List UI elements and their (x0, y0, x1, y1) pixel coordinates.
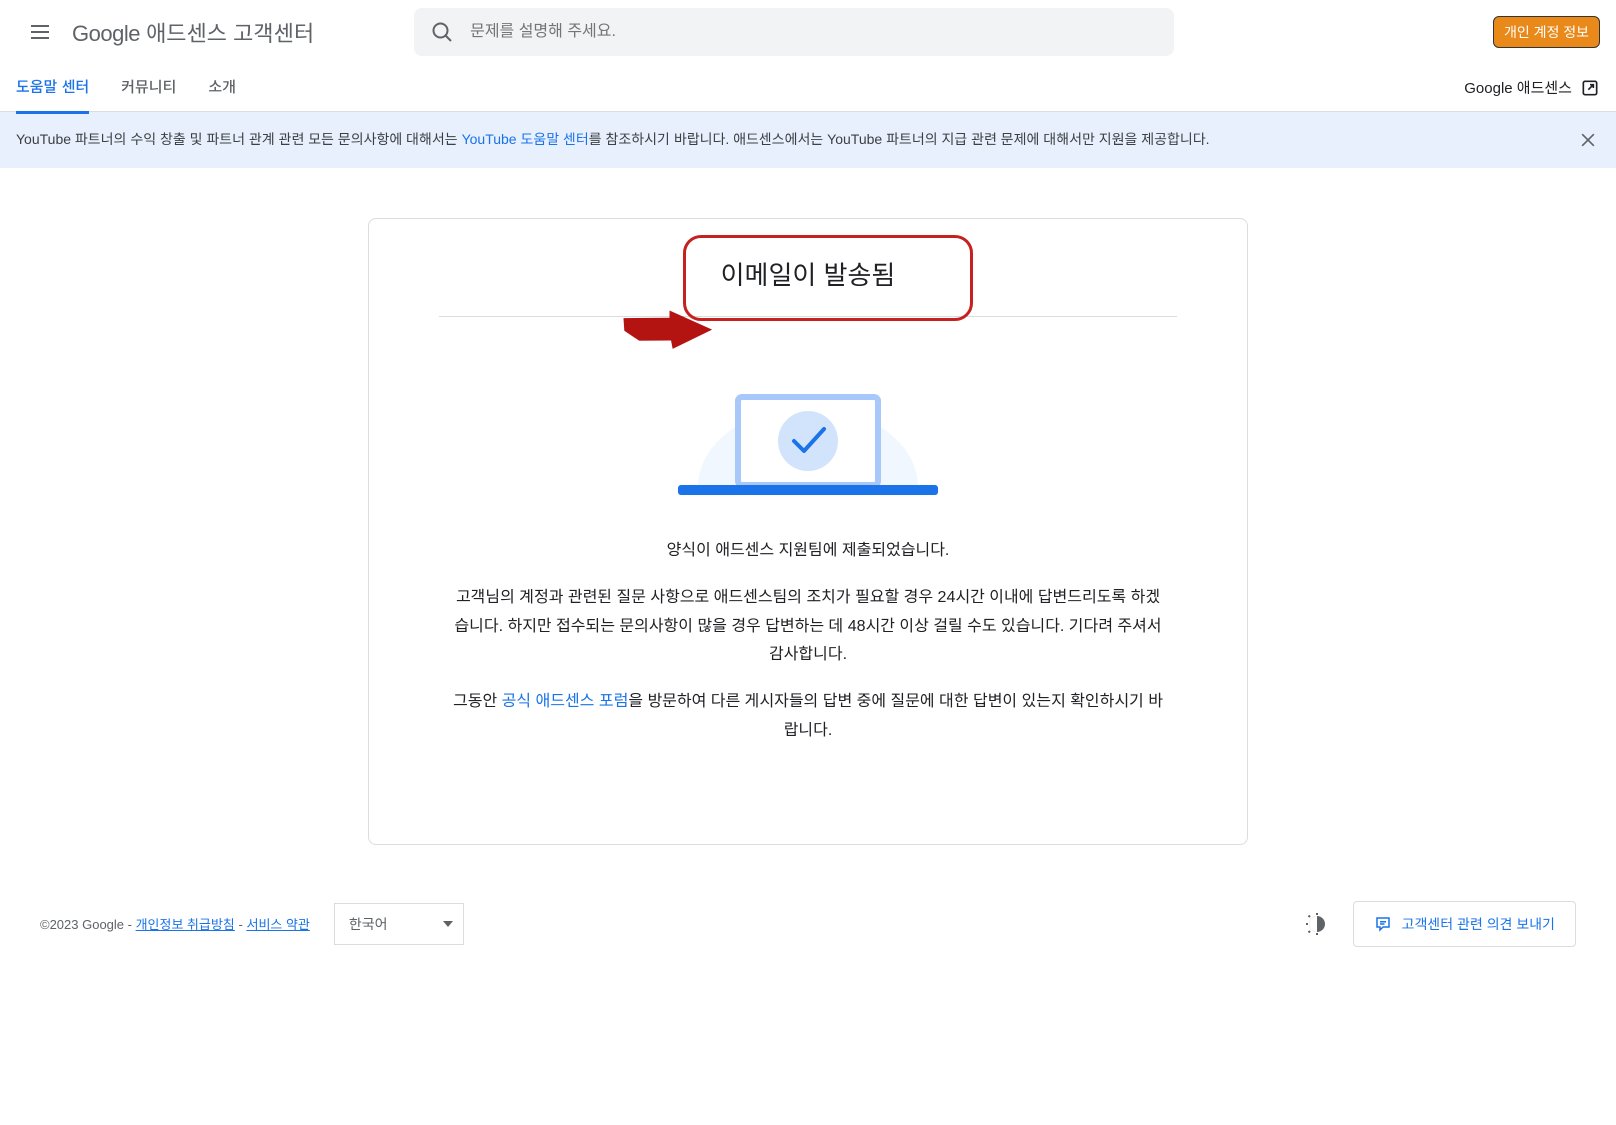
forum-text-after: 을 방문하여 다른 게시자들의 답변 중에 질문에 대한 답변이 있는지 확인하… (628, 693, 1163, 739)
logo-product: 애드센스 고객센터 (140, 21, 314, 46)
notification-text: YouTube 파트너의 수익 창출 및 파트너 관계 관련 모든 문의사항에 … (16, 128, 1560, 150)
adsense-external-link[interactable]: Google 애드센스 (1464, 77, 1600, 98)
tab-community[interactable]: 커뮤니티 (121, 62, 176, 114)
main-content: 이메일이 발송됨 양식이 애드센스 지원팀에 제출되었습니다. 고객님의 계정과… (0, 168, 1616, 885)
search-icon (430, 20, 454, 44)
forum-text: 그동안 공식 애드센스 포럼을 방문하여 다른 게시자들의 답변 중에 질문에 … (449, 688, 1167, 746)
submitted-text: 양식이 애드센스 지원팀에 제출되었습니다. (449, 537, 1167, 566)
theme-toggle-icon[interactable] (1305, 912, 1329, 936)
tab-help-center[interactable]: 도움말 센터 (16, 62, 89, 114)
tabs-row: 도움말 센터 커뮤니티 소개 Google 애드센스 (0, 64, 1616, 112)
search-input[interactable] (470, 23, 1158, 41)
account-badge[interactable]: 개인 계정 정보 (1493, 16, 1600, 48)
footer-legal: ©2023 Google - 개인정보 취급방침 - 서비스 약관 (40, 914, 310, 933)
copyright-text: ©2023 Google - (40, 917, 136, 932)
logo[interactable]: Google 애드센스 고객센터 (72, 16, 314, 48)
card-body: 양식이 애드센스 지원팀에 제출되었습니다. 고객님의 계정과 관련된 질문 사… (369, 537, 1247, 746)
adsense-link-label: Google 애드센스 (1464, 77, 1572, 98)
laptop-checkmark-icon (668, 367, 948, 507)
annotation-highlight-box (683, 235, 973, 321)
tab-about[interactable]: 소개 (208, 62, 236, 114)
response-time-text: 고객님의 계정과 관련된 질문 사항으로 애드센스팀의 조치가 필요할 경우 2… (449, 584, 1167, 670)
caret-down-icon (443, 921, 453, 927)
feedback-label: 고객센터 관련 의견 보내기 (1402, 914, 1555, 934)
send-feedback-button[interactable]: 고객센터 관련 의견 보내기 (1353, 901, 1576, 947)
forum-text-before: 그동안 (453, 693, 502, 710)
privacy-link[interactable]: 개인정보 취급방침 (136, 917, 235, 932)
search-box[interactable] (414, 8, 1174, 56)
footer-separator: - (235, 917, 247, 932)
success-illustration (369, 367, 1247, 507)
adsense-forum-link[interactable]: 공식 애드센스 포럼 (502, 693, 629, 710)
header: Google 애드센스 고객센터 개인 계정 정보 (0, 0, 1616, 64)
logo-google: Google (72, 21, 140, 46)
footer: ©2023 Google - 개인정보 취급방침 - 서비스 약관 한국어 (0, 885, 1616, 987)
chat-icon (1374, 915, 1392, 933)
main-menu-button[interactable] (16, 8, 64, 56)
notification-text-before: YouTube 파트너의 수익 창출 및 파트너 관계 관련 모든 문의사항에 … (16, 131, 462, 147)
terms-link[interactable]: 서비스 약관 (246, 917, 309, 932)
language-select[interactable]: 한국어 (334, 903, 464, 945)
tabs: 도움말 센터 커뮤니티 소개 (16, 62, 236, 114)
notification-bar: YouTube 파트너의 수익 창출 및 파트너 관계 관련 모든 문의사항에 … (0, 112, 1616, 168)
language-label: 한국어 (349, 914, 388, 934)
youtube-help-link[interactable]: YouTube 도움말 센터 (462, 131, 589, 147)
confirmation-card: 이메일이 발송됨 양식이 애드센스 지원팀에 제출되었습니다. 고객님의 계정과… (368, 218, 1248, 845)
external-link-icon (1580, 78, 1600, 98)
close-icon (1578, 130, 1598, 150)
footer-right: 고객센터 관련 의견 보내기 (1305, 901, 1576, 947)
notification-text-after: 를 참조하시기 바랍니다. 애드센스에서는 YouTube 파트너의 지급 관련… (589, 131, 1210, 147)
notification-close-button[interactable] (1576, 128, 1600, 152)
hamburger-icon (28, 20, 52, 44)
card-title-wrap: 이메일이 발송됨 (439, 255, 1177, 317)
